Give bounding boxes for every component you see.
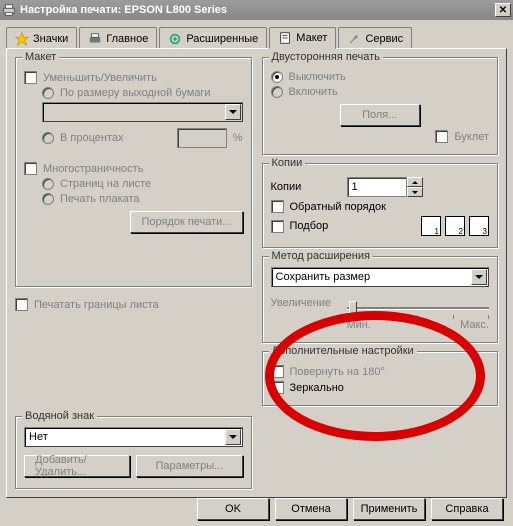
tab-advanced[interactable]: Расширенные [159, 27, 267, 49]
label-duplex-on: Включить [289, 86, 338, 98]
label-pages-sheet: Страниц на листе [60, 178, 151, 190]
label-collate: Подбор [290, 220, 329, 232]
group-duplex: Двусторонняя печать Выключить Включить П… [262, 57, 499, 155]
checkbox-reduce-enlarge[interactable] [24, 71, 37, 84]
chevron-down-icon [225, 104, 241, 120]
legend-copies: Копии [269, 157, 306, 169]
legend-extra: Дополнительные настройки [269, 345, 417, 357]
ok-button[interactable]: OK [197, 498, 269, 520]
printer-icon [2, 3, 16, 17]
tab-layout[interactable]: Макет [269, 27, 336, 49]
tab-bar: Значки Главное Расширенные Макет Сервис [6, 26, 507, 48]
titlebar: Настройка печати: EPSON L800 Series ✕ [0, 0, 513, 20]
checkbox-collate[interactable] [271, 220, 284, 233]
label-reverse: Обратный порядок [290, 201, 386, 213]
checkbox-multipage[interactable] [24, 162, 37, 175]
spinner-copies[interactable]: 1 [347, 177, 423, 197]
group-copies: Копии Копии 1 Обратный порядок Подбор [262, 163, 499, 248]
dropdown-value: Сохранить размер [276, 271, 371, 283]
radio-pages-sheet [42, 178, 54, 190]
main-panel: Макет Уменьшить/Увеличить По размеру вых… [6, 48, 507, 498]
radio-poster [42, 193, 54, 205]
window-title: Настройка печати: EPSON L800 Series [20, 4, 495, 16]
slider-enlarge [347, 299, 490, 319]
label-copies: Копии [271, 181, 341, 193]
dropdown-watermark[interactable]: Нет [24, 427, 243, 447]
label-multipage: Многостраничность [43, 163, 143, 175]
radio-percent [42, 132, 54, 144]
tab-label: Значки [33, 33, 68, 45]
page-preview-icon [445, 216, 465, 236]
label-booklet: Буклет [454, 131, 489, 143]
label-percent-suffix: % [233, 132, 243, 144]
spin-down[interactable] [407, 187, 423, 197]
dropdown-expand-method[interactable]: Сохранить размер [271, 267, 490, 287]
page-preview-icon [469, 216, 489, 236]
legend-watermark: Водяной знак [22, 410, 97, 422]
radio-fit-output [42, 87, 54, 99]
page-preview-icon [421, 216, 441, 236]
printer-icon [88, 32, 102, 46]
label-max: Макс. [460, 319, 489, 331]
star-icon [15, 32, 29, 46]
tab-service[interactable]: Сервис [338, 27, 412, 49]
checkbox-print-borders[interactable] [15, 298, 28, 311]
checkbox-mirror[interactable] [271, 381, 284, 394]
help-button[interactable]: Справка [431, 498, 503, 520]
group-extra: Дополнительные настройки Повернуть на 18… [262, 351, 499, 406]
checkbox-reverse[interactable] [271, 200, 284, 213]
legend-expand: Метод расширения [269, 250, 373, 262]
label-mirror: Зеркально [290, 382, 344, 394]
label-rotate: Повернуть на 180° [290, 366, 385, 378]
tab-label: Расширенные [186, 33, 258, 45]
legend-layout: Макет [22, 51, 59, 63]
gear-icon [168, 32, 182, 46]
button-add-remove: Добавить/Удалить... [24, 455, 130, 477]
tab-label: Сервис [365, 33, 403, 45]
dropdown-paper-size [42, 102, 243, 122]
tab-label: Главное [106, 33, 148, 45]
label-percent: В процентах [60, 132, 124, 144]
label-fit-output: По размеру выходной бумаги [60, 87, 211, 99]
apply-button[interactable]: Применить [353, 498, 425, 520]
tab-label: Макет [296, 32, 327, 44]
checkbox-rotate[interactable] [271, 365, 284, 378]
input-percent [177, 128, 227, 148]
radio-duplex-off[interactable] [271, 71, 283, 83]
group-expand-method: Метод расширения Сохранить размер Увелич… [262, 256, 499, 343]
close-button[interactable]: ✕ [495, 3, 511, 17]
label-print-borders: Печатать границы листа [34, 299, 159, 311]
group-layout: Макет Уменьшить/Увеличить По размеру вых… [15, 57, 252, 287]
chevron-down-icon[interactable] [471, 269, 487, 285]
wrench-icon [347, 32, 361, 46]
dropdown-value: Нет [29, 431, 48, 443]
page-icon [278, 31, 292, 45]
spin-up[interactable] [407, 177, 423, 187]
cancel-button[interactable]: Отмена [275, 498, 347, 520]
button-margins: Поля... [340, 104, 420, 126]
tab-icons[interactable]: Значки [6, 27, 77, 49]
button-print-order: Порядок печати... [130, 211, 242, 233]
radio-duplex-on [271, 86, 283, 98]
legend-duplex: Двусторонняя печать [269, 51, 383, 63]
collate-preview [421, 216, 489, 236]
dialog-buttons: OK Отмена Применить Справка [197, 498, 503, 520]
copies-value: 1 [352, 181, 358, 193]
group-watermark: Водяной знак Нет Добавить/Удалить... Пар… [15, 416, 252, 489]
label-min: Мин. [347, 319, 371, 331]
chevron-down-icon[interactable] [225, 429, 241, 445]
label-duplex-off: Выключить [289, 71, 346, 83]
button-params: Параметры... [136, 455, 242, 477]
checkbox-booklet[interactable] [435, 130, 448, 143]
label-reduce-enlarge: Уменьшить/Увеличить [43, 72, 157, 84]
label-poster: Печать плаката [60, 193, 140, 205]
tab-main[interactable]: Главное [79, 27, 157, 49]
label-enlarge: Увеличение [271, 297, 341, 309]
